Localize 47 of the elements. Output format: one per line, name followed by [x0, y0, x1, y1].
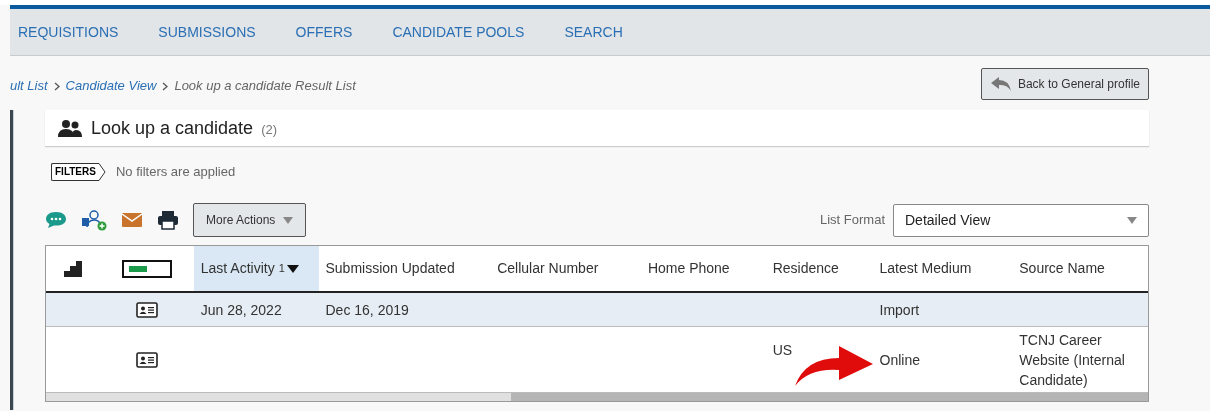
filters-status: No filters are applied: [115, 163, 236, 182]
breadcrumb-link[interactable]: Candidate View: [65, 76, 157, 96]
table-cell-text: Jun 28, 2022: [200, 300, 282, 320]
table-cell-text: TCNJ Career Website (Internal Candidate): [1019, 330, 1126, 390]
nav-tab[interactable]: CANDIDATE POOLS: [392, 21, 525, 43]
list-format-dropdown[interactable]: Detailed View: [893, 203, 1149, 237]
table-row[interactable]: Jun 28, 2022 Dec 16, 2019 Import: [46, 293, 1148, 327]
breadcrumb-link[interactable]: ult List: [10, 76, 48, 96]
scrollbar-thumb[interactable]: [511, 393, 1148, 401]
rank-steps-icon: [64, 260, 83, 277]
table-cell-text: Dec 16, 2019: [325, 300, 409, 320]
table-cell-text: Online: [879, 350, 920, 370]
result-count: (2): [261, 120, 278, 139]
reply-arrow-icon: [989, 76, 1012, 92]
more-actions-button[interactable]: More Actions: [193, 203, 307, 237]
tag-point-icon[interactable]: [98, 163, 106, 181]
nav-tab[interactable]: OFFERS: [295, 21, 353, 43]
print-icon[interactable]: [157, 210, 179, 230]
add-person-icon[interactable]: [81, 209, 107, 231]
people-icon: [57, 119, 83, 137]
id-card-icon[interactable]: [136, 351, 159, 368]
status-bar-icon: [122, 259, 173, 278]
column-header[interactable]: Residence: [765, 246, 873, 291]
caret-icon: [283, 216, 294, 224]
panel-title: Look up a candidate: [91, 116, 254, 140]
table-cell-text: US: [772, 340, 793, 360]
caret-icon: [1127, 216, 1137, 224]
column-header[interactable]: Last Activity 1: [193, 246, 319, 291]
column-header[interactable]: Latest Medium: [872, 246, 1013, 291]
column-header[interactable]: Source Name: [1012, 246, 1148, 291]
breadcrumb-current[interactable]: Look up a candidate Result List: [174, 76, 356, 96]
column-header[interactable]: Submission Updated: [318, 246, 491, 291]
back-button[interactable]: Back to General profile: [980, 68, 1149, 100]
sort-index: 1: [278, 261, 285, 277]
nav-tab[interactable]: SUBMISSIONS: [158, 21, 256, 43]
chevron-right-icon: [162, 81, 169, 91]
chat-bubble-icon[interactable]: [45, 210, 67, 230]
mail-icon[interactable]: [121, 212, 143, 228]
column-header[interactable]: Cellular Number: [490, 246, 641, 291]
table-cell-text: Import: [879, 300, 920, 320]
list-format-label: List Format: [820, 211, 885, 230]
id-card-icon[interactable]: [136, 301, 159, 318]
nav-tab[interactable]: SEARCH: [564, 21, 623, 43]
nav-tab[interactable]: REQUISITIONS: [18, 21, 119, 43]
column-header[interactable]: Home Phone: [640, 246, 766, 291]
sort-caret-icon: [286, 264, 299, 273]
chevron-right-icon: [53, 81, 60, 91]
